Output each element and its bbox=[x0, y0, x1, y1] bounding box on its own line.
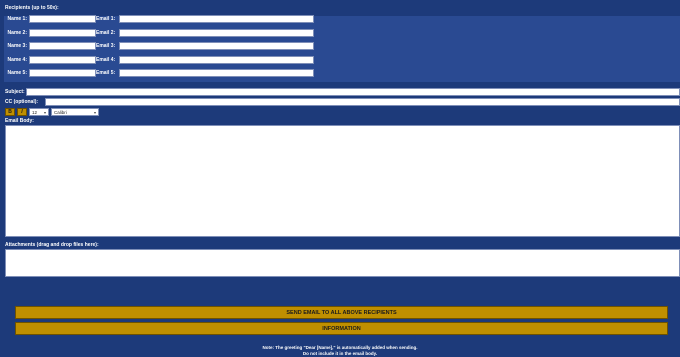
name-input[interactable] bbox=[29, 55, 96, 64]
email-input[interactable] bbox=[119, 15, 314, 23]
cc-input[interactable] bbox=[45, 98, 680, 106]
email-label: Email 3: bbox=[96, 43, 116, 49]
cc-label: CC (optional): bbox=[5, 99, 39, 105]
font-family-select[interactable]: Calibri ▾ bbox=[51, 108, 99, 116]
name-input[interactable] bbox=[29, 69, 96, 77]
email-input[interactable] bbox=[119, 69, 314, 77]
recipients-header: Recipients (up to 50x): bbox=[5, 5, 59, 11]
email-input[interactable] bbox=[119, 55, 314, 64]
name-label: Name 4: bbox=[7, 56, 27, 63]
name-label: Name 3: bbox=[7, 43, 27, 49]
email-label: Email 1: bbox=[96, 16, 116, 22]
chevron-down-icon: ▾ bbox=[43, 110, 46, 115]
body-label: Email Body: bbox=[5, 118, 34, 124]
name-input[interactable] bbox=[29, 28, 96, 37]
italic-button[interactable]: I bbox=[17, 108, 27, 116]
font-size-select[interactable]: 12 ▾ bbox=[29, 108, 49, 116]
email-input[interactable] bbox=[119, 28, 314, 37]
name-input[interactable] bbox=[29, 15, 96, 23]
information-button[interactable]: INFORMATION bbox=[15, 322, 668, 335]
email-label: Email 5: bbox=[96, 70, 116, 76]
font-family-value: Calibri bbox=[54, 110, 67, 115]
font-size-value: 12 bbox=[32, 110, 38, 115]
email-label: Email 2: bbox=[96, 29, 116, 36]
chevron-down-icon: ▾ bbox=[93, 110, 96, 115]
name-label: Name 1: bbox=[7, 16, 27, 22]
name-label: Name 5: bbox=[7, 70, 27, 76]
name-input[interactable] bbox=[29, 42, 96, 50]
email-input[interactable] bbox=[119, 42, 314, 50]
email-body-textarea[interactable] bbox=[5, 125, 680, 237]
send-email-button[interactable]: SEND EMAIL TO ALL ABOVE RECIPIENTS bbox=[15, 306, 668, 319]
note-text: Note: The greeting "Dear [Name]," is aut… bbox=[0, 345, 680, 356]
bold-button[interactable]: B bbox=[5, 108, 15, 116]
name-label: Name 2: bbox=[7, 29, 27, 36]
attachments-dropzone[interactable] bbox=[5, 249, 680, 277]
subject-label: Subject: bbox=[5, 89, 25, 95]
subject-input[interactable] bbox=[26, 88, 680, 96]
note-line-2: Do not include it in the email body. bbox=[302, 350, 378, 356]
attachments-label: Attachments (drag and drop files here): bbox=[5, 242, 99, 248]
email-label: Email 4: bbox=[96, 56, 116, 63]
